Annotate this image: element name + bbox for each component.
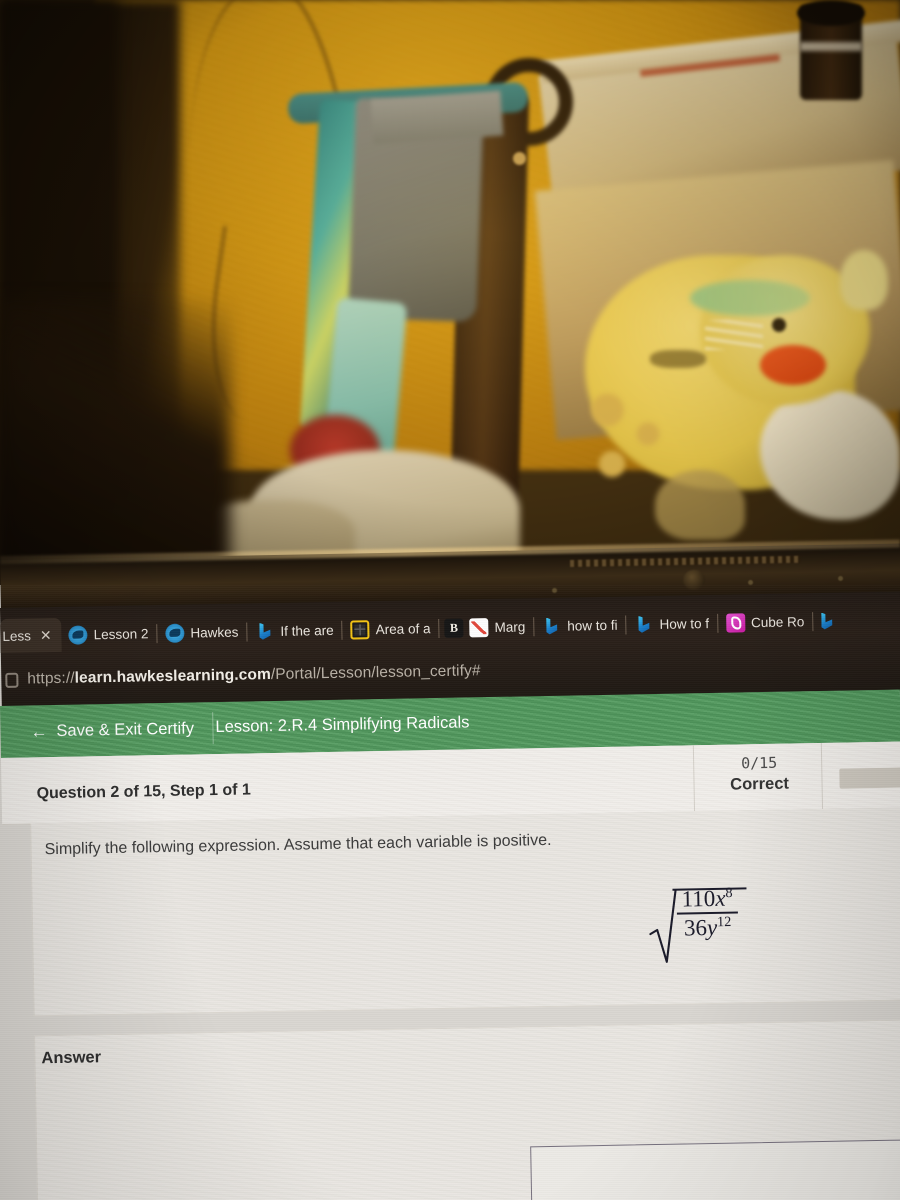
tab-active-title: Less bbox=[2, 627, 32, 644]
tab-lesson-2[interactable]: Lesson 2 bbox=[61, 616, 155, 652]
tab-if-the-are-title: If the are bbox=[280, 622, 334, 639]
bing-icon bbox=[634, 615, 653, 634]
tab-how-to-f-title: How to f bbox=[659, 615, 710, 632]
denominator-exponent: 12 bbox=[716, 913, 732, 930]
save-exit-label: Save & Exit Certify bbox=[56, 718, 195, 740]
numerator-variable: x bbox=[715, 885, 726, 911]
tab-how-to-fi-title: how to fi bbox=[567, 617, 618, 634]
tab-if-the-are[interactable]: If the are bbox=[248, 613, 341, 649]
bing-icon bbox=[255, 621, 274, 640]
grid-icon bbox=[350, 619, 370, 640]
mic-dot-mid bbox=[748, 579, 754, 585]
url-text: https://learn.hawkeslearning.com/Portal/… bbox=[27, 662, 481, 688]
url-scheme: https:// bbox=[27, 669, 75, 688]
tab-how-to-f[interactable]: How to f bbox=[627, 606, 716, 642]
tab-area-of-a[interactable]: Area of a bbox=[343, 611, 437, 647]
fraction-denominator: 36y12 bbox=[679, 913, 737, 941]
math-expression: 110x8 36y12 bbox=[648, 885, 747, 963]
tab-hawkes-title: Hawkes bbox=[190, 624, 239, 641]
warm-light-glow bbox=[0, 0, 900, 585]
tab-marg-title: Marg bbox=[494, 618, 526, 635]
answer-label: Answer bbox=[41, 1048, 102, 1068]
hawkes-page: ← Save & Exit Certify Lesson: 2.R.4 Simp… bbox=[0, 689, 900, 1200]
tab-area-of-a-title: Area of a bbox=[375, 620, 431, 637]
tab-bing-last[interactable] bbox=[814, 604, 840, 638]
hawkes-icon bbox=[68, 624, 88, 645]
bing-icon bbox=[542, 616, 561, 635]
denominator-coefficient: 36 bbox=[683, 914, 708, 941]
tab-hawkes[interactable]: Hawkes bbox=[158, 615, 246, 651]
tab-brainly[interactable]: B bbox=[440, 610, 468, 644]
save-exit-certify-button[interactable]: ← Save & Exit Certify bbox=[30, 712, 214, 748]
tab-marg[interactable]: Marg bbox=[467, 609, 532, 644]
tab-how-to-fi[interactable]: how to fi bbox=[535, 608, 625, 644]
page-icon bbox=[5, 672, 19, 688]
back-arrow-icon: ← bbox=[30, 721, 48, 741]
mic-dot-left bbox=[552, 587, 558, 593]
tab-cube-ro-title: Cube Ro bbox=[750, 613, 805, 630]
denominator-variable: y bbox=[706, 914, 718, 940]
hawkes-icon bbox=[165, 623, 185, 643]
score-label: Correct bbox=[730, 774, 790, 794]
toolbar-button-placeholder[interactable] bbox=[839, 767, 900, 789]
tab-cube-ro[interactable]: Cube Ro bbox=[719, 604, 812, 640]
radical-sign-icon bbox=[648, 886, 677, 963]
mic-dot-right bbox=[838, 575, 844, 581]
close-icon[interactable]: ✕ bbox=[37, 627, 55, 643]
bing-icon bbox=[817, 611, 836, 630]
tab-active-lesson[interactable]: Less ✕ bbox=[0, 617, 62, 653]
brainly-b-icon: B bbox=[444, 618, 464, 638]
screenshot-root: Less ✕ Lesson 2 Hawkes If the are Area o… bbox=[0, 0, 900, 1200]
chart-icon bbox=[469, 617, 489, 637]
room-photo bbox=[0, 0, 900, 585]
score-count: 0/15 bbox=[740, 753, 778, 773]
fraction: 110x8 36y12 bbox=[674, 885, 738, 942]
answer-input[interactable] bbox=[530, 1139, 900, 1200]
tab-lesson-2-title: Lesson 2 bbox=[93, 625, 149, 642]
cube-icon bbox=[725, 612, 746, 633]
url-path: /Portal/Lesson/lesson_certify# bbox=[270, 662, 481, 684]
url-host: learn.hawkeslearning.com bbox=[74, 666, 272, 687]
